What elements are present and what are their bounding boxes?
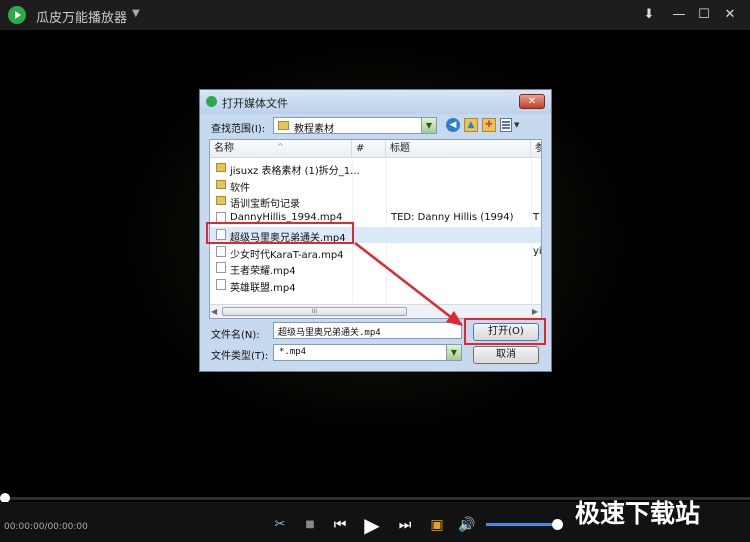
next-icon[interactable]: ⏭ (395, 515, 415, 535)
volume-icon[interactable]: 🔊 (457, 515, 477, 535)
previous-icon[interactable]: ⏮ (330, 515, 350, 535)
volume-knob[interactable] (552, 519, 563, 530)
volume-slider[interactable] (486, 523, 558, 526)
watermark: 极速下载站 (575, 499, 701, 528)
stop-icon[interactable]: ■ (300, 515, 320, 535)
scissors-icon[interactable]: ✂ (270, 515, 290, 535)
time-display: 00:00:00/00:00:00 (4, 522, 88, 532)
annotation-arrow (354, 242, 463, 326)
play-icon[interactable]: ▶ (362, 515, 382, 535)
film-icon[interactable]: ▣ (427, 515, 447, 535)
